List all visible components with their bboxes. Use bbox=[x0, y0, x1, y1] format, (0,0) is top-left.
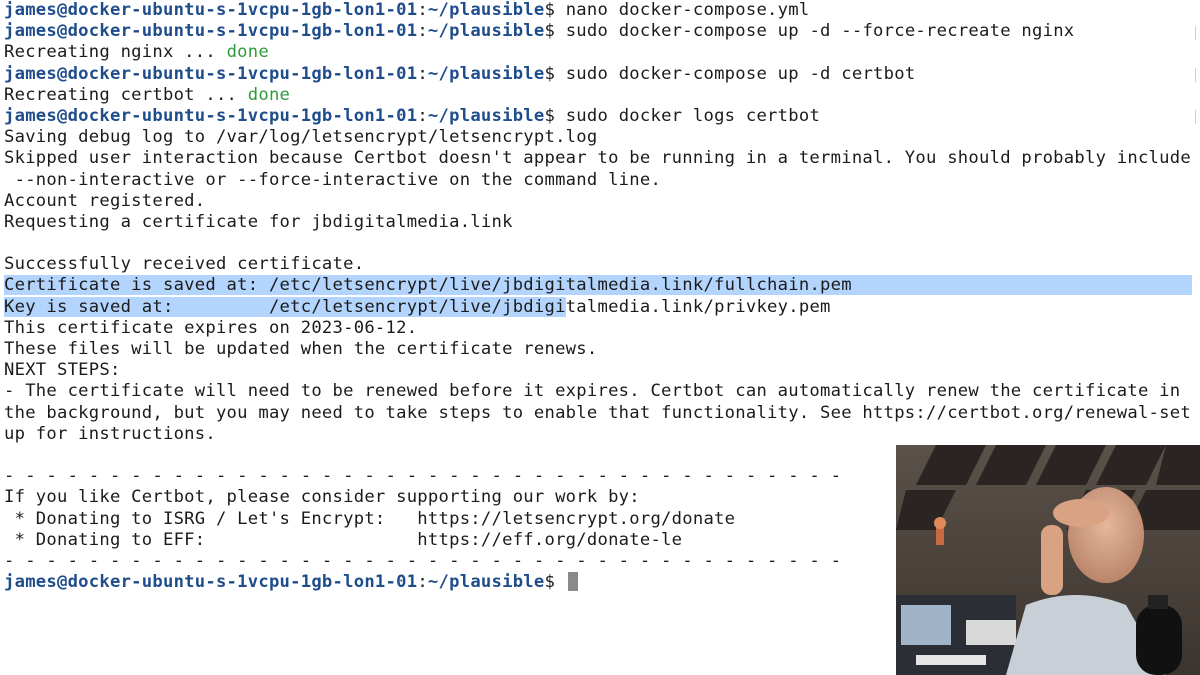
output-line: up for instructions. bbox=[4, 423, 216, 444]
prompt-symbol: $ bbox=[544, 0, 566, 20]
prompt-separator: : bbox=[417, 105, 428, 126]
output-line: Skipped user interaction because Certbot… bbox=[4, 148, 1191, 169]
prompt-separator: : bbox=[417, 63, 428, 84]
webcam-image bbox=[896, 445, 1200, 675]
prompt-separator: : bbox=[417, 0, 428, 20]
output-line: - The certificate will need to be renewe… bbox=[4, 381, 1181, 402]
prompt-user-host: james@docker-ubuntu-s-1vcpu-1gb-lon1-01 bbox=[4, 21, 418, 42]
terminal-line: james@docker-ubuntu-s-1vcpu-1gb-lon1-01:… bbox=[4, 21, 1200, 42]
prompt-user-host: james@docker-ubuntu-s-1vcpu-1gb-lon1-01 bbox=[4, 0, 418, 20]
command-text: sudo docker-compose up -d certbot bbox=[565, 63, 916, 84]
terminal-line: Recreating nginx ... done bbox=[4, 42, 1200, 63]
output-line: Saving debug log to /var/log/letsencrypt… bbox=[4, 127, 598, 148]
terminal-line: james@docker-ubuntu-s-1vcpu-1gb-lon1-01:… bbox=[4, 64, 1200, 85]
status-done: done bbox=[247, 84, 291, 105]
prompt-user-host: james@docker-ubuntu-s-1vcpu-1gb-lon1-01 bbox=[4, 105, 418, 126]
terminal-line[interactable]: Certificate is saved at: /etc/letsencryp… bbox=[4, 275, 1200, 296]
command-text: nano docker-compose.yml bbox=[565, 0, 810, 20]
output-line: --non-interactive or --force-interactive… bbox=[4, 169, 662, 190]
prompt-separator: : bbox=[417, 21, 428, 42]
output-line: These files will be updated when the cer… bbox=[4, 339, 598, 359]
output-line: Successfully received certificate. bbox=[4, 254, 365, 275]
prompt-path: ~/plausible bbox=[427, 21, 545, 42]
output-line: Requesting a certificate for jbdigitalme… bbox=[4, 211, 513, 232]
prompt-user-host: james@docker-ubuntu-s-1vcpu-1gb-lon1-01 bbox=[4, 63, 418, 84]
prompt-symbol: $ bbox=[544, 63, 566, 84]
webcam-overlay bbox=[896, 445, 1200, 675]
prompt-separator: : bbox=[417, 572, 428, 593]
prompt-path: ~/plausible bbox=[427, 63, 545, 84]
output-line: NEXT STEPS: bbox=[4, 360, 121, 381]
prompt-user-host: james@docker-ubuntu-s-1vcpu-1gb-lon1-01 bbox=[4, 572, 418, 593]
terminal-line[interactable]: Key is saved at: /etc/letsencrypt/live/j… bbox=[4, 296, 1200, 318]
key-path-selected[interactable]: /etc/letsencrypt/live/jbdigi bbox=[268, 296, 566, 317]
status-done: done bbox=[226, 42, 269, 63]
selected-text[interactable]: Key is saved at: bbox=[4, 296, 269, 317]
selected-text[interactable]: Certificate is saved at: bbox=[4, 275, 269, 296]
prompt-path: ~/plausible bbox=[427, 105, 545, 126]
terminal-line: Recreating certbot ... done bbox=[4, 85, 1200, 106]
output-line: the background, but you may need to take… bbox=[4, 402, 1191, 423]
terminal-line: james@docker-ubuntu-s-1vcpu-1gb-lon1-01:… bbox=[4, 0, 1200, 21]
scroll-edge-mark bbox=[1195, 68, 1196, 82]
text-cursor[interactable] bbox=[567, 572, 578, 592]
output-text: Recreating nginx ... bbox=[4, 42, 227, 63]
cert-path-selected[interactable]: /etc/letsencrypt/live/jbdigitalmedia.lin… bbox=[268, 275, 1192, 296]
command-text: sudo docker logs certbot bbox=[565, 105, 821, 126]
command-text: sudo docker-compose up -d --force-recrea… bbox=[565, 21, 1075, 42]
scroll-edge-mark bbox=[1195, 110, 1196, 124]
prompt-symbol: $ bbox=[544, 105, 566, 126]
prompt-symbol: $ bbox=[544, 21, 566, 42]
output-text: Recreating certbot ... bbox=[4, 84, 248, 105]
output-line: Account registered. bbox=[4, 190, 206, 211]
key-path-rest: talmedia.link/privkey.pem bbox=[565, 296, 831, 317]
prompt-path: ~/plausible bbox=[427, 0, 545, 20]
output-line: This certificate expires on 2023-06-12. bbox=[4, 317, 418, 338]
scroll-edge-mark bbox=[1195, 26, 1196, 40]
terminal-line: james@docker-ubuntu-s-1vcpu-1gb-lon1-01:… bbox=[4, 106, 1200, 127]
prompt-symbol: $ bbox=[544, 572, 566, 593]
prompt-path: ~/plausible bbox=[427, 572, 545, 593]
